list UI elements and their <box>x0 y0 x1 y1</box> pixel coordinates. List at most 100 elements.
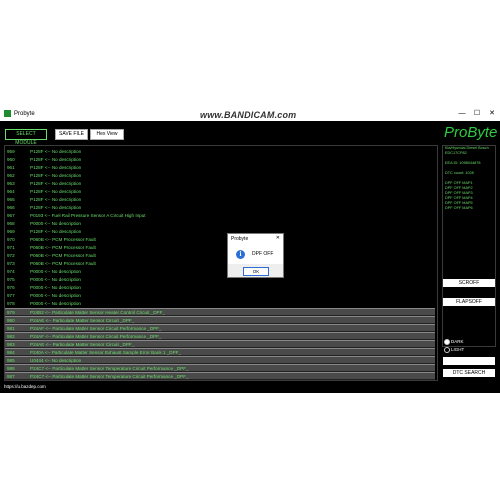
dialog-close-icon[interactable]: ✕ <box>276 235 280 241</box>
list-item[interactable]: 961 P128F <-- No description <box>5 164 435 171</box>
dtc-description: P0000 <-- No description <box>30 221 81 226</box>
dtc-description: P128F <-- No description <box>30 197 82 202</box>
dtc-description: U0444 <-- No description <box>30 358 82 363</box>
close-button[interactable]: ✕ <box>485 107 499 121</box>
ok-button[interactable]: OK <box>243 267 269 276</box>
minimize-button[interactable]: — <box>455 107 469 121</box>
maximize-button[interactable]: ☐ <box>470 107 484 121</box>
info-icon: i <box>236 250 245 259</box>
dtc-description: P0193 <-- Fuel Rail Pressure Sensor A Ci… <box>30 213 146 218</box>
dtc-index: 972 <box>7 253 15 258</box>
dtc-description: P0000 <-- No description <box>30 277 81 282</box>
dtc-description: P0000 <-- No description <box>30 301 81 306</box>
list-item[interactable]: 982 P24AF <-- Particulate Matter Sensor C… <box>5 332 435 340</box>
dtc-description: P240A <-- Particulate Matter Sensor Exha… <box>30 350 182 355</box>
list-item[interactable]: 963 P128F <-- No description <box>5 180 435 187</box>
list-item[interactable]: 978 P0000 <-- No description <box>5 300 435 307</box>
dtc-index: 977 <box>7 293 15 298</box>
list-item[interactable]: 969 P128F <-- No description <box>5 228 435 235</box>
dtc-description: P128F <-- No description <box>30 149 82 154</box>
list-item[interactable]: 987 P24C7 <-- Particulate Matter Sensor T… <box>5 372 435 380</box>
save-file-button[interactable]: SAVE FILE <box>55 129 88 140</box>
dtc-index: 966 <box>7 205 15 210</box>
list-item[interactable]: 964 P128F <-- No description <box>5 188 435 195</box>
dtc-index: 973 <box>7 261 15 266</box>
dtc-description: P128F <-- No description <box>30 181 82 186</box>
dtc-index: 987 <box>7 374 15 379</box>
list-item[interactable]: 962 P128F <-- No description <box>5 172 435 179</box>
dtc-description: P24AE <-- Particulate Matter Sensor Circ… <box>30 342 135 347</box>
list-item[interactable]: 965 P128F <-- No description <box>5 196 435 203</box>
dtc-index: 975 <box>7 277 15 282</box>
dtc-index: 980 <box>7 318 15 323</box>
dtc-description: P24AF <-- Particulate Matter Sensor Circ… <box>30 326 162 331</box>
list-item[interactable]: 968 P0000 <-- No description <box>5 220 435 227</box>
list-item[interactable]: 975 P0000 <-- No description <box>5 276 435 283</box>
list-item[interactable]: 966 P128F <-- No description <box>5 204 435 211</box>
list-item[interactable]: 980 P24AE <-- Particulate Matter Sensor C… <box>5 316 435 324</box>
list-item[interactable]: 979 P24B2 <-- Particulate Matter Sensor H… <box>5 308 435 316</box>
dtc-description: P24C7 <-- Particulate Matter Sensor Temp… <box>30 366 189 371</box>
dtc-index: 970 <box>7 237 15 242</box>
dtc-index: 965 <box>7 197 15 202</box>
list-item[interactable]: 985 U0444 <-- No description <box>5 356 435 364</box>
info-line: DPF OFF MAP6 <box>445 206 473 210</box>
list-item[interactable]: 981 P24AF <-- Particulate Matter Sensor C… <box>5 324 435 332</box>
dtc-description: P0000 <-- No description <box>30 285 81 290</box>
dtc-description: P128F <-- No description <box>30 205 82 210</box>
dtc-index: 982 <box>7 334 15 339</box>
light-radio[interactable] <box>444 347 450 353</box>
list-item[interactable]: 986 P24C7 <-- Particulate Matter Sensor T… <box>5 364 435 372</box>
dtc-description: P0000 <-- No description <box>30 293 81 298</box>
list-item[interactable]: 959 P128F <-- No description <box>5 148 435 155</box>
list-item[interactable]: 976 P0000 <-- No description <box>5 284 435 291</box>
dtc-description: P128F <-- No description <box>30 173 82 178</box>
dtc-description: P060B <-- PCM Processor Fault <box>30 261 96 266</box>
dtc-index: 967 <box>7 213 15 218</box>
scroff-button[interactable]: SCROFF <box>443 279 495 287</box>
flapsoff-button[interactable]: FLAPSOFF <box>443 298 495 306</box>
dtc-index: 963 <box>7 181 15 186</box>
dtc-list[interactable]: 959 P128F <-- No description 960 P128F <-- … <box>4 145 438 381</box>
light-label: LIGHT <box>451 347 465 352</box>
list-item[interactable]: 970 P060B <-- PCM Processor Fault <box>5 236 435 243</box>
select-module-button[interactable]: SELECT MODULE <box>5 129 47 146</box>
dtc-description: P128F <-- No description <box>30 157 82 162</box>
list-item[interactable]: 973 P060B <-- PCM Processor Fault <box>5 260 435 267</box>
window-title: Probyte <box>14 111 35 117</box>
dtc-index: 974 <box>7 269 15 274</box>
list-item[interactable]: 977 P0000 <-- No description <box>5 292 435 299</box>
dtc-index: 984 <box>7 350 15 355</box>
hex-view-button[interactable]: Hex View <box>90 129 124 140</box>
dtc-index: 985 <box>7 358 15 363</box>
list-item[interactable]: 983 P24AE <-- Particulate Matter Sensor C… <box>5 340 435 348</box>
dtc-search-button[interactable]: DTC SEARCH <box>443 369 495 377</box>
dtc-description: P128F <-- No description <box>30 165 82 170</box>
status-bar: https://u.bazdep.com <box>4 384 46 389</box>
dtc-index: 976 <box>7 285 15 290</box>
list-item[interactable]: 984 P240A <-- Particulate Matter Sensor E… <box>5 348 435 356</box>
dtc-index: 983 <box>7 342 15 347</box>
ecu-info-box: Kia/Hyundai Diesel Bosch EDC17CP82 EEA ID… <box>442 145 496 347</box>
dtc-index: 978 <box>7 301 15 306</box>
dtc-index: 968 <box>7 221 15 226</box>
list-item[interactable]: 972 P060B <-- PCM Processor Fault <box>5 252 435 259</box>
dtc-description: P24AE <-- Particulate Matter Sensor Circ… <box>30 318 135 323</box>
list-item[interactable]: 971 P060B <-- PCM Processor Fault <box>5 244 435 251</box>
main-window: Probyte www.BANDICAM.com — ☐ ✕ SELECT MO… <box>0 107 500 393</box>
dtc-index: 969 <box>7 229 15 234</box>
dtc-search-input[interactable] <box>443 357 495 365</box>
dtc-index: 961 <box>7 165 15 170</box>
list-item[interactable]: 974 P0000 <-- No description <box>5 268 435 275</box>
dtc-index: 979 <box>7 310 15 315</box>
dtc-description: P060B <-- PCM Processor Fault <box>30 245 96 250</box>
dark-radio[interactable] <box>444 339 450 345</box>
list-item[interactable]: 967 P0193 <-- Fuel Rail Pressure Sensor A… <box>5 212 435 219</box>
app-icon <box>4 110 11 117</box>
dtc-description: P128F <-- No description <box>30 189 82 194</box>
list-item[interactable]: 960 P128F <-- No description <box>5 156 435 163</box>
title-bar: Probyte www.BANDICAM.com — ☐ ✕ <box>0 107 500 121</box>
dtc-index: 981 <box>7 326 15 331</box>
probyte-logo: ProByte <box>444 124 498 141</box>
dtc-description: P0000 <-- No description <box>30 269 81 274</box>
